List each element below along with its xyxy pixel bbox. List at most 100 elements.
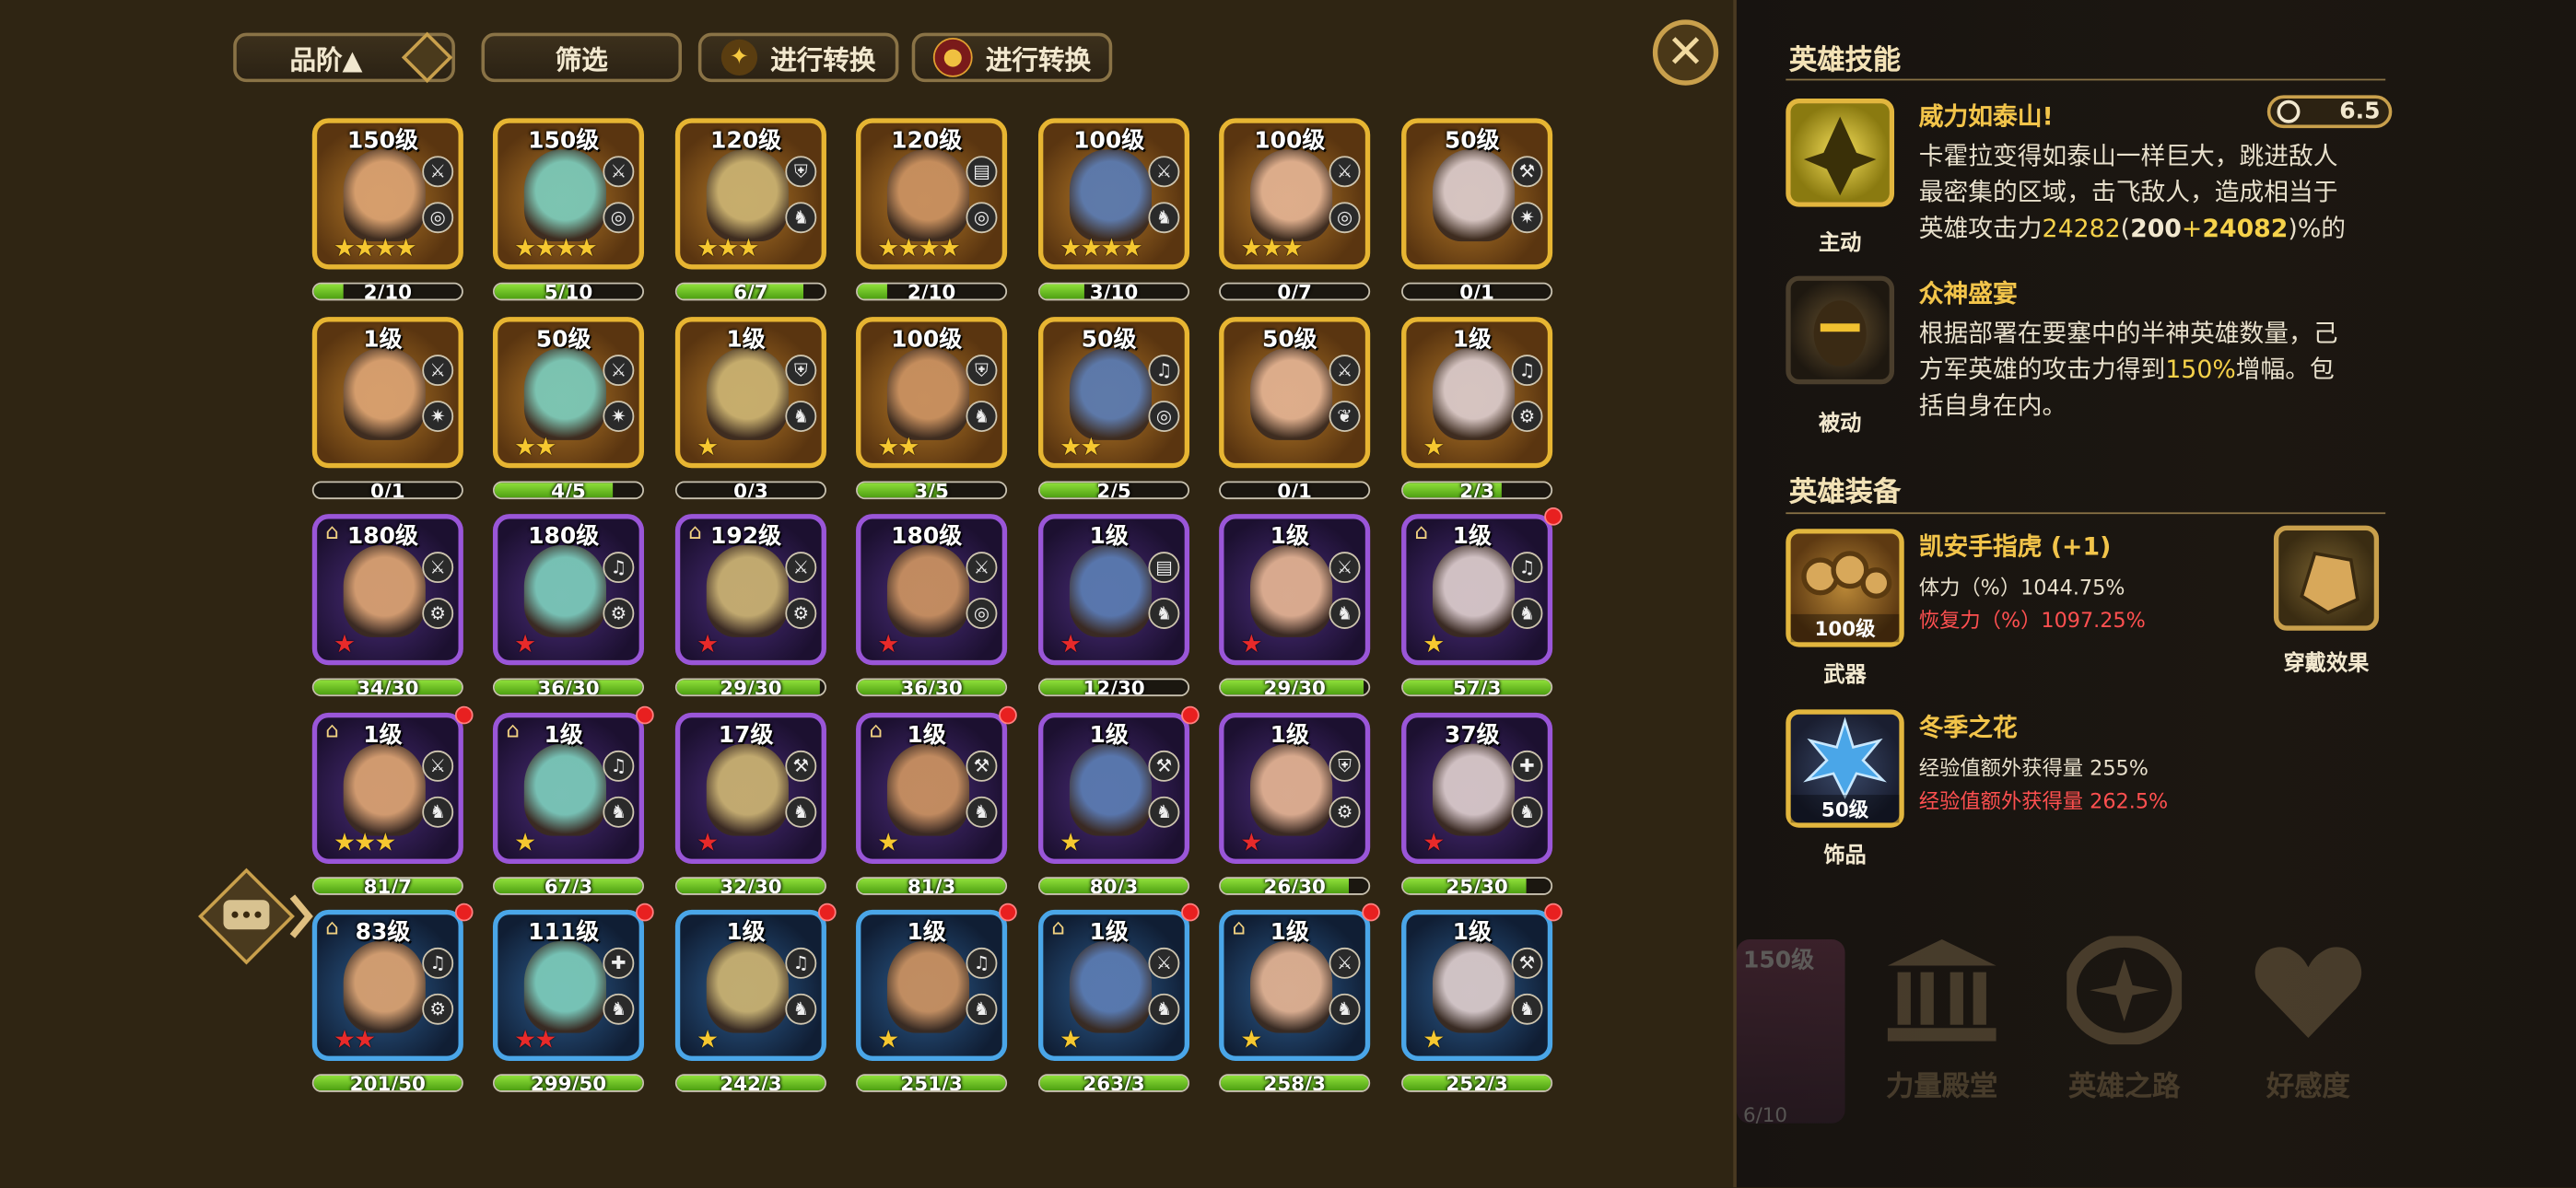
hero-card[interactable]: 120级 ▤ ◎ ★★★★ bbox=[856, 118, 1008, 270]
axe-icon: ⚒ bbox=[1511, 947, 1543, 979]
close-button[interactable]: ✕ bbox=[1652, 19, 1719, 86]
book-icon: ▤ bbox=[966, 156, 998, 188]
hero-shard-progress: 80/3 bbox=[1037, 877, 1190, 895]
hero-card[interactable]: 180级 ♫ ⚙ ★ bbox=[492, 514, 645, 666]
beast-icon: ♞ bbox=[603, 993, 635, 1025]
accessory-slot[interactable]: 50级 bbox=[1786, 709, 1904, 828]
hero-card[interactable]: ⌂ 83级 ♫ ⚙ ★★ bbox=[311, 909, 463, 1061]
hero-portrait bbox=[706, 149, 789, 242]
hero-portrait bbox=[1069, 149, 1153, 242]
hero-card[interactable]: 50级 ⚔ ✷ ★★ bbox=[492, 317, 645, 469]
hero-portrait bbox=[706, 940, 789, 1033]
hero-road-button[interactable]: 英雄之路 bbox=[2043, 934, 2207, 1116]
hero-card[interactable]: ⌂ 192级 ⚔ ⚙ ★ bbox=[674, 514, 826, 666]
progress-text: 12/30 bbox=[1083, 678, 1145, 697]
star-orb-icon: ✷ bbox=[603, 401, 635, 432]
power-hall-button[interactable]: 力量殿堂 bbox=[1860, 936, 2024, 1116]
star-rating: ★ bbox=[1240, 1024, 1262, 1054]
weapon-stat-1: 体力（%）1044.75% bbox=[1918, 575, 2125, 600]
hero-card[interactable]: ⌂ 1级 ⚔ ♞ ★ bbox=[1037, 909, 1190, 1061]
star-rating: ★ bbox=[1060, 827, 1082, 857]
hero-portrait bbox=[1069, 545, 1153, 637]
hero-level: 1级 bbox=[1270, 919, 1309, 947]
hero-card[interactable]: 150级 ⚔ ◎ ★★★★ bbox=[492, 118, 645, 270]
hero-card[interactable]: 1级 ⚔ ✷ bbox=[311, 317, 463, 469]
progress-text: 0/1 bbox=[370, 481, 405, 500]
chat-bubble-icon bbox=[198, 868, 313, 965]
hero-card[interactable]: 1级 ♫ ♞ ★ bbox=[674, 909, 826, 1061]
hero-card[interactable]: 1级 ⛨ ⚙ ★ bbox=[1219, 712, 1371, 864]
hero-card[interactable]: 1级 ⚔ ♞ ★ bbox=[1219, 514, 1371, 666]
progress-text: 3/5 bbox=[914, 481, 949, 500]
weapon-slot[interactable]: 100级 bbox=[1786, 529, 1904, 647]
hero-card[interactable]: 50级 ♫ ◎ ★★ bbox=[1037, 317, 1190, 469]
hero-card[interactable]: ⌂ 180级 ⚔ ⚙ ★ bbox=[311, 514, 463, 666]
hero-card[interactable]: 37级 ✚ ♞ ★ bbox=[1401, 712, 1553, 864]
hero-card[interactable]: 111级 ✚ ♞ ★★ bbox=[492, 909, 645, 1061]
hero-shard-progress: 67/3 bbox=[492, 877, 645, 895]
star-rating: ★★★★ bbox=[333, 233, 417, 263]
frost-flower-icon bbox=[1803, 716, 1887, 799]
hero-card[interactable]: 50级 ⚒ ✷ bbox=[1401, 118, 1553, 270]
sword-icon: ⚔ bbox=[966, 552, 998, 584]
hero-card[interactable]: 100级 ⚔ ♞ ★★★★ bbox=[1037, 118, 1190, 270]
hero-card[interactable]: 1级 ♫ ♞ ★ bbox=[856, 909, 1008, 1061]
hero-shard-progress: 258/3 bbox=[1219, 1074, 1371, 1092]
hero-card[interactable]: 180级 ⚔ ◎ ★ bbox=[856, 514, 1008, 666]
hero-card[interactable]: 50级 ⚔ ❦ bbox=[1219, 317, 1371, 469]
sort-by-grade-button[interactable]: 品阶▲ bbox=[233, 31, 455, 84]
hero-card[interactable]: 1级 ⚒ ♞ ★ bbox=[1401, 909, 1553, 1061]
hero-card[interactable]: ⌂ 1级 ♫ ♞ ★ bbox=[492, 712, 645, 864]
hero-card[interactable]: 1级 ▤ ♞ ★ bbox=[1037, 514, 1190, 666]
progress-text: 258/3 bbox=[1263, 1074, 1326, 1092]
star-rating: ★ bbox=[697, 827, 719, 857]
hero-card[interactable]: ⌂ 1级 ⚔ ♞ ★ bbox=[1219, 909, 1371, 1061]
active-skill-icon[interactable] bbox=[1786, 98, 1895, 207]
beast-icon: ♞ bbox=[1329, 993, 1361, 1025]
hero-level: 1级 bbox=[363, 326, 403, 354]
hero-card[interactable]: ⌂ 1级 ⚒ ♞ ★ bbox=[856, 712, 1008, 864]
hero-card[interactable]: 100级 ⚔ ◎ ★★★ bbox=[1219, 118, 1371, 270]
hero-card[interactable]: 1级 ⛨ ♞ ★ bbox=[674, 317, 826, 469]
active-skill-description: 卡霍拉变得如泰山一样巨大，跳进敌人 最密集的区域，击飞敌人，造成相当于 英雄攻击… bbox=[1918, 141, 2347, 243]
hero-portrait bbox=[1432, 149, 1516, 242]
hero-card[interactable]: 100级 ⛨ ♞ ★★ bbox=[856, 317, 1008, 469]
hero-card[interactable]: 17级 ⚒ ♞ ★ bbox=[674, 712, 826, 864]
sword-icon: ⚔ bbox=[422, 156, 454, 188]
filter-button[interactable]: 筛选 bbox=[481, 32, 683, 83]
chat-button[interactable] bbox=[193, 868, 313, 966]
notification-dot bbox=[454, 705, 474, 725]
favorability-button[interactable]: 好感度 bbox=[2226, 936, 2390, 1116]
hero-level: 180级 bbox=[891, 523, 963, 551]
progress-text: 36/30 bbox=[537, 678, 600, 697]
sword-icon: ⚔ bbox=[1329, 156, 1361, 188]
hero-card[interactable]: 1级 ⚒ ♞ ★ bbox=[1037, 712, 1190, 864]
hero-card[interactable]: 150级 ⚔ ◎ ★★★★ bbox=[311, 118, 463, 270]
star-rating: ★★★ bbox=[333, 827, 396, 857]
hero-level: 1级 bbox=[1270, 722, 1309, 750]
hero-shard-progress: 2/3 bbox=[1401, 481, 1553, 500]
star-rating: ★★★ bbox=[1240, 233, 1303, 263]
hero-card[interactable]: ⌂ 1级 ♫ ♞ ★ bbox=[1401, 514, 1553, 666]
hero-card[interactable]: 1级 ♫ ⚙ ★ bbox=[1401, 317, 1553, 469]
convert-button-2[interactable]: ● 进行转换 bbox=[911, 32, 1113, 83]
orb-icon: ◎ bbox=[1148, 401, 1180, 432]
hero-shard-progress: 201/50 bbox=[311, 1074, 463, 1092]
hero-card[interactable]: 120级 ⛨ ♞ ★★★ bbox=[674, 118, 826, 270]
beast-icon: ♞ bbox=[1329, 598, 1361, 629]
beast-icon: ♞ bbox=[1148, 202, 1180, 234]
machine-icon: ⚙ bbox=[422, 598, 454, 629]
sword-icon: ⚔ bbox=[1329, 355, 1361, 387]
notification-dot bbox=[1181, 903, 1200, 922]
wear-effect-button[interactable] bbox=[2273, 525, 2380, 631]
road-emblem-icon bbox=[2063, 934, 2185, 1046]
hero-level: 111级 bbox=[528, 919, 600, 947]
progress-text: 80/3 bbox=[1089, 877, 1139, 895]
hero-portrait bbox=[523, 545, 607, 637]
hero-card[interactable]: ⌂ 1级 ⚔ ♞ ★★★ bbox=[311, 712, 463, 864]
passive-skill-icon[interactable] bbox=[1786, 275, 1895, 385]
hero-portrait bbox=[1432, 940, 1516, 1033]
notification-dot bbox=[636, 903, 654, 922]
beast-icon: ♞ bbox=[966, 401, 998, 432]
convert-button-1[interactable]: ✦ 进行转换 bbox=[697, 32, 899, 83]
